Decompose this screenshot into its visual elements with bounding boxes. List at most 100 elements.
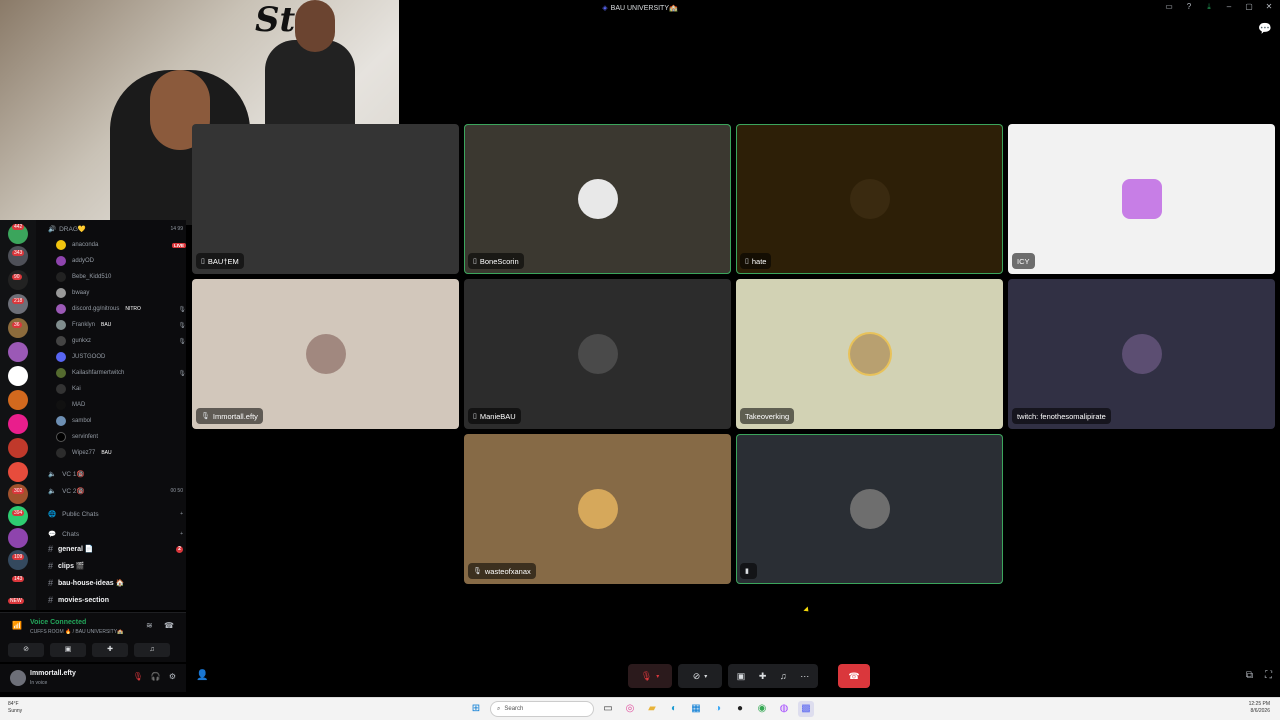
camera-button[interactable]: ⊘ ▾ — [678, 664, 722, 688]
popout-icon[interactable]: ⧉ — [1246, 670, 1253, 681]
noise-suppression-icon[interactable]: ≋ — [146, 621, 153, 630]
close-icon[interactable]: ✕ — [1264, 2, 1274, 12]
task-view-icon[interactable]: ▭ — [600, 701, 616, 717]
screen-share-icon[interactable]: ▣ — [737, 671, 746, 682]
video-tile[interactable]: ▯ BoneScorin — [464, 124, 731, 274]
voice-member[interactable]: discord.gg/nitrous NITRO 🎙 — [56, 302, 186, 316]
server-icon[interactable] — [8, 318, 28, 338]
screen-share-button[interactable]: ▣ — [50, 643, 86, 657]
mute-button[interactable]: 🎙 ▾ — [628, 664, 672, 688]
voice-member[interactable]: Franklyn BAU 🎙 — [56, 318, 186, 332]
channel-bau-house-ideas[interactable]: # bau-house-ideas 🏠 — [48, 578, 183, 588]
video-tile[interactable]: ICY — [1008, 124, 1275, 274]
edge-icon[interactable]: ◐ — [666, 701, 682, 717]
server-icon[interactable] — [8, 366, 28, 386]
taskbar-search[interactable]: ⌕ Search — [490, 701, 594, 717]
disconnect-button[interactable]: ☎ — [838, 664, 870, 688]
server-icon[interactable] — [8, 414, 28, 434]
more-icon[interactable]: ⋯ — [800, 671, 809, 682]
help-icon[interactable]: ? — [1184, 2, 1194, 12]
soundboard-icon[interactable]: ♫ — [780, 671, 787, 681]
settings-gear-icon[interactable]: ⚙ — [169, 672, 176, 681]
windows-start-icon[interactable]: ⊞ — [468, 701, 484, 717]
obs-icon[interactable]: ● — [732, 701, 748, 717]
weather-widget[interactable]: 84°F Sunny — [8, 701, 22, 715]
mic-muted-icon[interactable]: 🎙 — [133, 672, 143, 681]
edge-dev-icon[interactable]: ◑ — [710, 701, 726, 717]
server-icon[interactable] — [8, 294, 28, 314]
invite-user-icon[interactable]: 👤 — [196, 670, 208, 681]
inbox-icon[interactable]: ▭ — [1164, 2, 1174, 12]
voice-member[interactable]: Kailashfarmertwitch 🎙 — [56, 366, 186, 380]
video-tile[interactable]: ▯ ManieBAU — [464, 279, 731, 429]
disconnect-icon[interactable]: ☎ — [164, 621, 174, 630]
add-channel-icon[interactable]: + — [180, 511, 183, 517]
soundboard-button[interactable]: ♫ — [134, 643, 170, 657]
activity-button[interactable]: ✚ — [92, 643, 128, 657]
voice-member[interactable]: gunkxz 🎙 — [56, 334, 186, 348]
voice-member[interactable]: anaconda LIVE — [56, 238, 186, 252]
channel-general[interactable]: # general 📄 2 — [48, 544, 183, 554]
server-icon[interactable] — [8, 342, 28, 362]
store-icon[interactable]: ▦ — [688, 701, 704, 717]
avatar[interactable] — [10, 670, 26, 686]
voice-member[interactable]: Wipez77 BAU — [56, 446, 186, 460]
server-icon[interactable] — [8, 528, 28, 548]
add-channel-icon[interactable]: + — [180, 531, 183, 537]
video-tile[interactable]: ▮ — [736, 434, 1003, 584]
server-icon[interactable] — [8, 462, 28, 482]
video-tile[interactable]: ▯ hate — [736, 124, 1003, 274]
activity-icon[interactable]: ✚ — [759, 671, 767, 682]
voice-channel-counts: 00 50 — [170, 488, 183, 494]
video-tile[interactable]: 🎙 Immortall.efty — [192, 279, 459, 429]
channel-clips[interactable]: # clips 🎬 — [48, 561, 183, 571]
video-tile[interactable]: ▯ BAU†EM — [192, 124, 459, 274]
voice-member[interactable]: JUSTGOOD — [56, 350, 186, 364]
globe-icon: 🌐 — [48, 511, 57, 518]
live-badge: LIVE — [171, 242, 186, 248]
voice-member[interactable]: addyOD — [56, 254, 186, 268]
category-drag[interactable]: 🔊 DRAG💛 14 99 — [48, 225, 183, 233]
video-tile[interactable]: twitch: fenothesomalipirate — [1008, 279, 1275, 429]
tile-label: twitch: fenothesomalipirate — [1012, 408, 1111, 424]
minimize-icon[interactable]: – — [1224, 2, 1234, 12]
maximize-icon[interactable]: ▢ — [1244, 2, 1254, 12]
voice-member[interactable]: servinfent — [56, 430, 186, 444]
channel-movies-section[interactable]: # movies-section — [48, 595, 183, 605]
server-icon[interactable] — [8, 246, 28, 266]
avatar — [56, 320, 66, 330]
server-icon[interactable] — [8, 550, 28, 570]
discord-icon[interactable]: ▩ — [798, 701, 814, 717]
voice-room[interactable]: CUFFS ROOM 🔥 / BAU UNIVERSITY🏫 — [30, 629, 123, 635]
video-button[interactable]: ⊘ — [8, 643, 44, 657]
headphones-icon[interactable]: 🎧 — [151, 672, 161, 681]
voice-channel-vc2[interactable]: 🔈 VC 2🔞 00 50 — [48, 487, 183, 495]
messenger-icon[interactable]: ◍ — [776, 701, 792, 717]
video-tile[interactable]: Takeoverking — [736, 279, 1003, 429]
voice-status[interactable]: Voice Connected — [30, 619, 86, 626]
user-name[interactable]: Immortall.efty — [30, 670, 76, 677]
server-icon[interactable] — [8, 270, 28, 290]
chevron-down-icon: ▾ — [704, 673, 708, 680]
voice-member[interactable]: MAD — [56, 398, 186, 412]
chat-bubble-icon[interactable]: 💬 — [1258, 22, 1272, 36]
voice-member[interactable]: Bebe_Kidd510 — [56, 270, 186, 284]
server-icon[interactable] — [8, 390, 28, 410]
voice-channel-vc1[interactable]: 🔈 VC 1🔞 — [48, 470, 183, 478]
voice-member[interactable]: sambol — [56, 414, 186, 428]
server-icon[interactable] — [8, 438, 28, 458]
server-icon[interactable] — [8, 506, 28, 526]
chrome-icon[interactable]: ◉ — [754, 701, 770, 717]
fullscreen-icon[interactable]: ⛶ — [1265, 670, 1272, 681]
video-tile[interactable]: 🎙 wasteofxanax — [464, 434, 731, 584]
download-icon[interactable]: ⤓ — [1204, 2, 1214, 12]
voice-member[interactable]: bwaay — [56, 286, 186, 300]
avatar — [577, 179, 618, 219]
copilot-icon[interactable]: ◎ — [622, 701, 638, 717]
category-chats[interactable]: 💬 Chats + — [48, 530, 183, 539]
server-icon[interactable] — [8, 484, 28, 504]
voice-member[interactable]: Kai — [56, 382, 186, 396]
file-explorer-icon[interactable]: ▰ — [644, 701, 660, 717]
taskbar-clock[interactable]: 12:25 PM 8/6/2026 — [1249, 701, 1270, 715]
category-public-chats[interactable]: 🌐 Public Chats + — [48, 510, 183, 519]
